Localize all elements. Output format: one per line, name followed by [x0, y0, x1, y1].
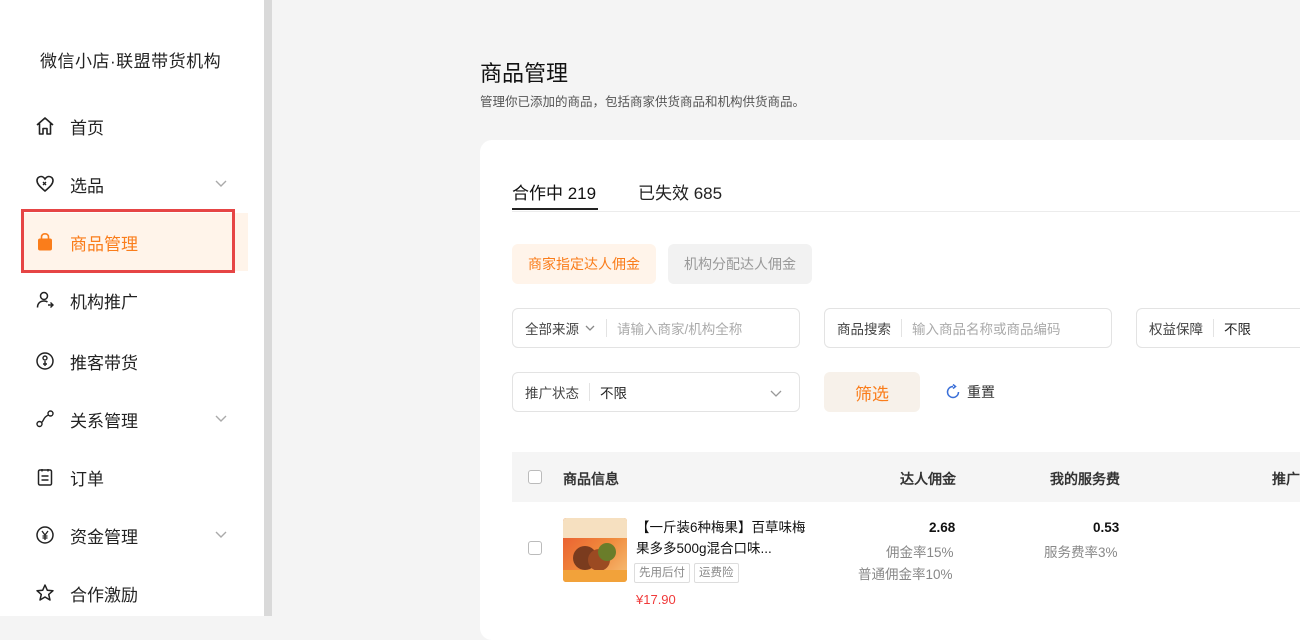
chip-merchant-commission[interactable]: 商家指定达人佣金	[512, 244, 656, 284]
refresh-icon	[946, 383, 960, 399]
yuan-icon	[34, 524, 56, 546]
sidebar-item-product-management[interactable]: 商品管理	[22, 213, 248, 271]
product-search-input[interactable]: 输入商品名称或商品编码	[912, 318, 1061, 338]
source-select-label: 全部来源	[525, 322, 579, 337]
benefit-filter[interactable]: 权益保障 不限	[1136, 308, 1300, 348]
sidebar-item-label: 选品	[70, 176, 104, 196]
page-subtitle: 管理你已添加的商品，包括商家供货商品和机构供货商品。	[480, 95, 806, 109]
filter-button[interactable]: 筛选	[824, 372, 920, 412]
tag-pay-later: 先用后付	[634, 563, 690, 583]
sidebar-item-finance[interactable]: 资金管理	[22, 506, 248, 564]
order-icon	[34, 466, 56, 488]
normal-commission-rate: 普通佣金率10%	[858, 567, 953, 582]
benefit-filter-value: 不限	[1224, 322, 1251, 337]
product-name[interactable]: 【一斤装6种梅果】百草味梅果多多500g混合口味...	[636, 517, 806, 559]
column-product-info: 商品信息	[563, 471, 619, 487]
reset-button-label: 重置	[967, 384, 995, 400]
sidebar-item-label: 合作激励	[70, 585, 138, 605]
product-search-field[interactable]: 商品搜索 输入商品名称或商品编码	[824, 308, 1112, 348]
commission-rate: 佣金率15%	[886, 545, 954, 560]
tab-divider	[512, 211, 1300, 212]
sidebar-item-label: 首页	[70, 118, 104, 138]
field-separator	[901, 319, 902, 337]
field-separator	[589, 383, 590, 401]
row-checkbox[interactable]	[528, 541, 542, 555]
chevron-down-icon	[214, 175, 228, 195]
column-promotion: 推广	[1272, 471, 1300, 487]
promoter-icon	[34, 350, 56, 372]
brand-title: 微信小店·联盟带货机构	[40, 52, 222, 71]
sidebar-item-label: 推客带货	[70, 353, 138, 373]
sidebar-item-label: 订单	[70, 469, 104, 489]
star-icon	[34, 582, 56, 604]
table-header: 商品信息 达人佣金 我的服务费 推广	[512, 452, 1300, 502]
chevron-down-icon	[214, 526, 228, 546]
service-fee-rate: 服务费率3%	[1044, 545, 1118, 560]
product-price: ¥17.90	[636, 592, 676, 607]
sidebar-item-label: 关系管理	[70, 411, 138, 431]
promotion-status-label: 推广状态	[525, 386, 579, 401]
tab-active-indicator	[512, 208, 598, 210]
sidebar-item-label: 商品管理	[70, 234, 138, 254]
sidebar-item-promoter-sales[interactable]: 推客带货	[22, 332, 248, 390]
sidebar-item-incentives[interactable]: 合作激励	[22, 564, 248, 622]
tag-shipping-insurance: 运费险	[694, 563, 739, 583]
source-select[interactable]: 全部来源	[513, 318, 606, 338]
chip-agency-commission[interactable]: 机构分配达人佣金	[668, 244, 812, 284]
shopping-bag-icon	[34, 231, 56, 253]
column-service-fee: 我的服务费	[1050, 471, 1120, 487]
sidebar-item-agency-promotion[interactable]: 机构推广	[22, 271, 248, 329]
tab-active-cooperation[interactable]: 合作中 219	[512, 179, 596, 204]
chevron-down-icon	[585, 325, 595, 331]
sidebar-item-selection[interactable]: 选品	[22, 155, 248, 213]
source-filter[interactable]: 全部来源 请输入商家/机构全称	[512, 308, 800, 348]
promotion-status-select[interactable]: 推广状态 不限	[512, 372, 800, 412]
sidebar-item-home[interactable]: 首页	[22, 97, 248, 155]
chevron-down-icon	[770, 390, 782, 397]
commission-amount: 2.68	[929, 520, 956, 535]
tab-expired[interactable]: 已失效 685	[638, 179, 722, 204]
chevron-down-icon	[214, 410, 228, 430]
benefit-filter-label: 权益保障	[1149, 322, 1203, 337]
sidebar-item-relationship[interactable]: 关系管理	[22, 390, 248, 448]
column-creator-commission: 达人佣金	[900, 471, 956, 487]
sidebar-item-label: 资金管理	[70, 527, 138, 547]
product-search-label: 商品搜索	[837, 322, 891, 337]
product-thumbnail[interactable]	[563, 518, 627, 582]
field-separator	[606, 319, 607, 337]
field-separator	[1213, 319, 1214, 337]
service-fee-amount: 0.53	[1093, 520, 1120, 535]
sidebar-item-orders[interactable]: 订单	[22, 448, 248, 506]
home-icon	[34, 115, 56, 137]
reset-button[interactable]: 重置	[944, 382, 995, 402]
page-title: 商品管理	[480, 61, 569, 86]
source-input[interactable]: 请输入商家/机构全称	[617, 318, 742, 338]
select-all-checkbox[interactable]	[528, 470, 542, 484]
promotion-status-value: 不限	[600, 386, 627, 401]
relation-icon	[34, 408, 56, 430]
heart-tag-icon	[34, 173, 56, 195]
sidebar: 微信小店·联盟带货机构 首页 选品 商品管理 机构推广 推客带货 关系管理 订单…	[0, 0, 264, 616]
sidebar-divider	[264, 0, 272, 616]
sidebar-item-label: 机构推广	[70, 292, 138, 312]
user-promote-icon	[34, 289, 56, 311]
